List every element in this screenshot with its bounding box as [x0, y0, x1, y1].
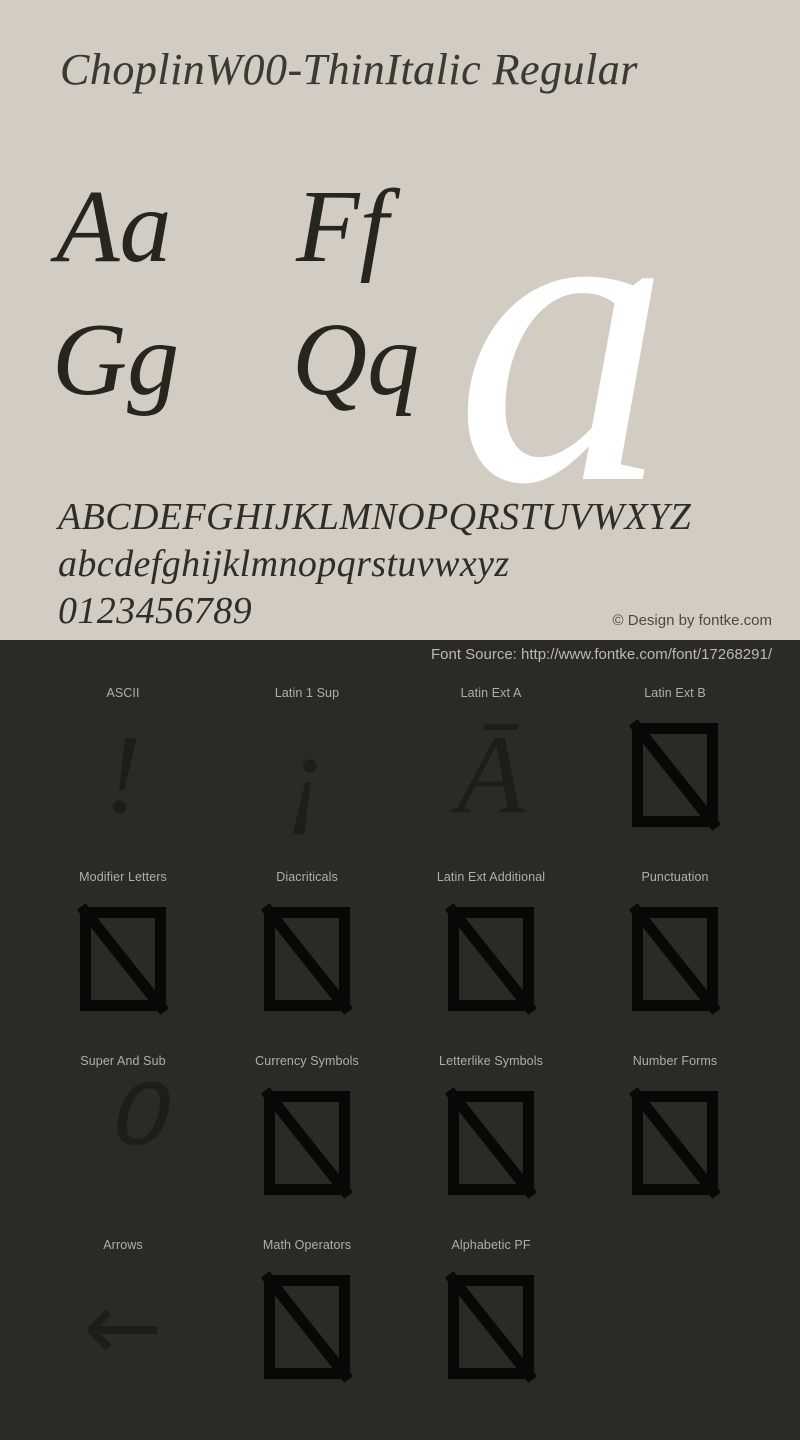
unicode-block-glyph: ⁰ [92, 1060, 154, 1226]
unicode-block-cell[interactable]: Alphabetic PF [391, 1228, 591, 1412]
unicode-block-label: Number Forms [632, 1054, 718, 1068]
unicode-block-sample [23, 894, 223, 1024]
alphabet-uppercase: ABCDEFGHIJKLMNOPQRSTUVWXYZ [58, 496, 692, 538]
unicode-block-sample [207, 894, 407, 1024]
unicode-block-cell[interactable]: Modifier Letters [23, 860, 223, 1044]
unicode-block-label: Modifier Letters [79, 870, 167, 884]
notdef-box-icon [264, 1091, 350, 1195]
unicode-block-sample [575, 710, 775, 840]
unicode-block-label: Alphabetic PF [451, 1238, 531, 1252]
alphabet-lowercase: abcdefghijklmnopqrstuvwxyz [58, 543, 510, 585]
unicode-block-row: ASCII! Latin 1 Sup ¡ Latin Ext A Ā Latin Ext … [0, 676, 800, 860]
unicode-block-row: Super And Sub ⁰ Currency Symbols Letterlike… [0, 1044, 800, 1228]
unicode-block-sample: ⁰ [23, 1068, 223, 1218]
font-specimen-page: ChoplinW00-ThinItalic Regular a Aa Ff Gg… [0, 0, 800, 1440]
unicode-block-sample: ¡ [207, 710, 407, 840]
unicode-block-sample: ! [23, 710, 223, 840]
coverage-panel: ASCII! Latin 1 Sup ¡ Latin Ext A Ā Latin Ext … [0, 640, 800, 1440]
copyright-text: © Design by fontke.com [612, 612, 772, 629]
unicode-block-cell[interactable]: Arrows ← [23, 1228, 223, 1412]
unicode-block-label: Currency Symbols [255, 1054, 359, 1068]
unicode-block-row: Modifier Letters Diacriticals Latin Ext Ad… [0, 860, 800, 1044]
unicode-block-label: Diacriticals [276, 870, 338, 884]
unicode-block-cell[interactable]: Number Forms [575, 1044, 775, 1228]
unicode-block-cell[interactable]: Latin Ext A Ā [391, 676, 591, 860]
unicode-block-sample [391, 1262, 591, 1392]
unicode-block-label: Punctuation [641, 870, 709, 884]
unicode-block-sample [575, 894, 775, 1024]
unicode-block-glyph: ← [82, 1271, 164, 1383]
notdef-box-icon [264, 907, 350, 1011]
letter-pair: Qq [292, 302, 420, 417]
unicode-block-cell[interactable]: Letterlike Symbols [391, 1044, 591, 1228]
unicode-block-grid: ASCII! Latin 1 Sup ¡ Latin Ext A Ā Latin Ext … [0, 676, 800, 1412]
unicode-block-label: Math Operators [262, 1238, 352, 1252]
unicode-block-label: Latin 1 Sup [274, 686, 340, 700]
unicode-block-cell[interactable]: Latin 1 Sup ¡ [207, 676, 407, 860]
unicode-block-glyph: Ā [456, 713, 526, 837]
notdef-box-icon [264, 1275, 350, 1379]
unicode-block-cell[interactable]: Punctuation [575, 860, 775, 1044]
unicode-block-glyph: ¡ [285, 713, 329, 837]
unicode-block-label: Letterlike Symbols [439, 1054, 543, 1068]
page-title: ChoplinW00-ThinItalic Regular [60, 45, 638, 94]
unicode-block-label: Arrows [103, 1238, 143, 1252]
letter-pair: Gg [52, 302, 180, 417]
specimen-panel: ChoplinW00-ThinItalic Regular a Aa Ff Gg… [0, 0, 800, 640]
notdef-box-icon [80, 907, 166, 1011]
unicode-block-cell[interactable]: Math Operators [207, 1228, 407, 1412]
unicode-block-cell[interactable]: ASCII! [23, 676, 223, 860]
unicode-block-cell[interactable]: Currency Symbols [207, 1044, 407, 1228]
unicode-block-label: Latin Ext Additional [436, 870, 546, 884]
unicode-block-sample [391, 894, 591, 1024]
unicode-block-cell[interactable]: Latin Ext Additional [391, 860, 591, 1044]
font-source-link[interactable]: Font Source: http://www.fontke.com/font/… [431, 646, 772, 663]
unicode-block-glyph: ! [104, 713, 142, 837]
unicode-block-sample: Ā [391, 710, 591, 840]
unicode-block-cell[interactable]: Diacriticals [207, 860, 407, 1044]
notdef-box-icon [448, 1275, 534, 1379]
unicode-block-cell[interactable]: Latin Ext B [575, 676, 775, 860]
letter-pair: Ff [296, 169, 389, 284]
notdef-box-icon [448, 1091, 534, 1195]
unicode-block-sample: ← [23, 1262, 223, 1392]
hero-glyph: a [455, 97, 670, 573]
unicode-block-row: Arrows ← Math Operators Alphabetic PF [0, 1228, 800, 1412]
letter-pair: Aa [56, 169, 172, 284]
unicode-block-cell[interactable]: Super And Sub ⁰ [23, 1044, 223, 1228]
unicode-block-sample [207, 1262, 407, 1392]
notdef-box-icon [632, 1091, 718, 1195]
unicode-block-sample [207, 1078, 407, 1208]
notdef-box-icon [632, 907, 718, 1011]
notdef-box-icon [448, 907, 534, 1011]
unicode-block-sample [391, 1078, 591, 1208]
unicode-block-sample [575, 1078, 775, 1208]
notdef-box-icon [632, 723, 718, 827]
unicode-block-label: ASCII [106, 686, 140, 700]
unicode-block-label: Latin Ext A [460, 686, 522, 700]
unicode-block-label: Latin Ext B [644, 686, 706, 700]
